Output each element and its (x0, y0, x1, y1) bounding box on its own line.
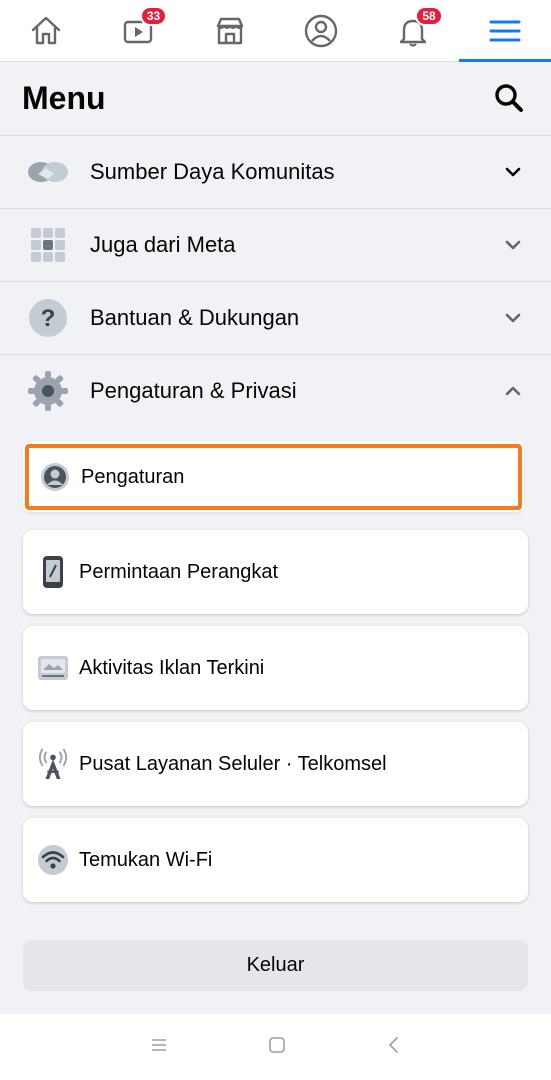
handshake-icon (26, 150, 70, 194)
notification-badge: 58 (415, 6, 443, 26)
settings-item-label: Pusat Layanan Seluler · Telkomsel (79, 752, 387, 775)
recents-button[interactable] (150, 1037, 168, 1058)
store-icon (216, 17, 243, 44)
hamburger-icon (489, 20, 521, 41)
settings-item-device-requests[interactable]: Permintaan Perangkat (23, 530, 528, 614)
settings-item-ad-activity[interactable]: Aktivitas Iklan Terkini (23, 626, 528, 710)
settings-item-pengaturan[interactable]: Pengaturan (25, 444, 522, 510)
back-icon (388, 1036, 398, 1053)
menu-header: Menu (0, 62, 551, 134)
home-system-button[interactable] (268, 1036, 286, 1059)
grid-icon (26, 223, 70, 267)
section-community-resources[interactable]: Sumber Daya Komunitas (0, 135, 551, 208)
settings-item-label: Pengaturan (81, 465, 185, 488)
section-help-support[interactable]: ? Bantuan & Dukungan (0, 281, 551, 354)
nav-menu[interactable] (459, 0, 551, 62)
phone-icon (37, 556, 69, 588)
nav-marketplace[interactable] (184, 0, 276, 61)
recents-icon (151, 1038, 166, 1051)
settings-item-label: Aktivitas Iklan Terkini (79, 656, 265, 679)
profile-icon (305, 14, 338, 47)
search-icon (495, 84, 523, 112)
settings-item-find-wifi[interactable]: Temukan Wi-Fi (23, 818, 528, 902)
top-nav: 33 58 (0, 0, 551, 62)
home-icon (31, 16, 61, 44)
chevron-down-icon (501, 160, 525, 184)
search-button[interactable] (489, 78, 529, 118)
chevron-down-icon (501, 233, 525, 257)
section-label: Sumber Daya Komunitas (90, 159, 335, 184)
system-nav-bar (0, 1014, 551, 1080)
nav-notifications[interactable]: 58 (367, 0, 459, 61)
page-title: Menu (22, 79, 106, 116)
nav-watch[interactable]: 33 (92, 0, 184, 61)
chevron-up-icon (501, 379, 525, 403)
logout-button[interactable]: Keluar (23, 940, 528, 991)
back-button[interactable] (386, 1036, 402, 1059)
help-icon: ? (26, 296, 70, 340)
square-home-icon (268, 1036, 285, 1053)
wifi-icon (37, 844, 69, 876)
section-label: Juga dari Meta (90, 232, 236, 257)
watch-badge: 33 (139, 6, 168, 26)
ad-activity-icon (37, 652, 69, 684)
settings-item-label: Temukan Wi-Fi (79, 848, 213, 871)
section-label: Pengaturan & Privasi (90, 378, 297, 403)
section-settings-privacy[interactable]: Pengaturan & Privasi (0, 354, 551, 427)
settings-item-mobile-service[interactable]: Pusat Layanan Seluler · Telkomsel (23, 722, 528, 806)
gear-icon (26, 369, 70, 413)
nav-profile[interactable] (275, 0, 367, 61)
chevron-down-icon (501, 306, 525, 330)
nav-home[interactable] (0, 0, 92, 61)
section-label: Bantuan & Dukungan (90, 305, 300, 330)
settings-item-label: Permintaan Perangkat (79, 560, 279, 583)
user-icon (39, 461, 71, 493)
antenna-icon (37, 748, 69, 780)
section-also-from-meta[interactable]: Juga dari Meta (0, 208, 551, 281)
svg-text:?: ? (41, 305, 56, 332)
